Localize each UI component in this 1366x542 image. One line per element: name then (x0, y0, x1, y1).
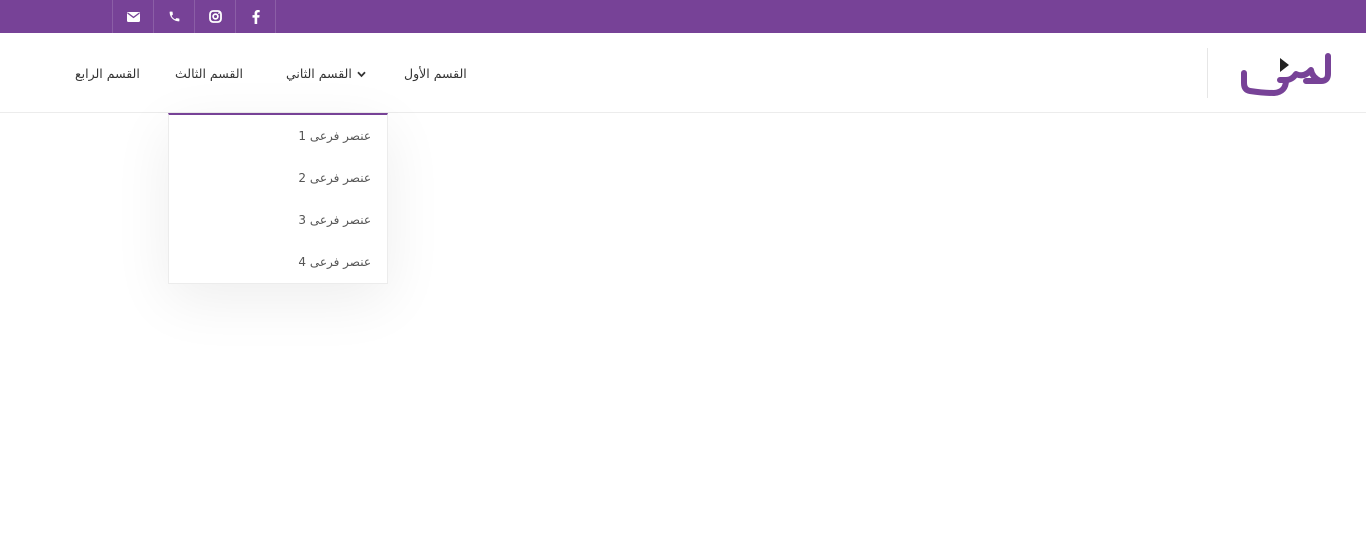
top-bar (0, 0, 1366, 33)
dropdown-menu: عنصر فرعى 1 عنصر فرعى 2 عنصر فرعى 3 عنصر… (168, 113, 388, 284)
instagram-link[interactable] (194, 0, 235, 33)
nav-item-section-3[interactable]: القسم الثالث (175, 33, 243, 113)
dropdown-item[interactable]: عنصر فرعى 3 (298, 210, 371, 230)
facebook-icon (252, 9, 260, 24)
dropdown-item[interactable]: عنصر فرعى 4 (298, 252, 371, 272)
chevron-down-icon (357, 66, 366, 81)
nav-item-section-4[interactable]: القسم الرابع (75, 33, 140, 113)
nav-item-section-1[interactable]: القسم الأول (404, 33, 467, 113)
logo-image (1241, 53, 1331, 97)
site-header: القسم الأول القسم الثاني القسم الثالث ال… (0, 33, 1366, 113)
facebook-link[interactable] (235, 0, 276, 33)
dropdown-item[interactable]: عنصر فرعى 1 (298, 126, 371, 146)
nav-item-label: القسم الثاني (286, 65, 352, 81)
nav-item-section-2[interactable]: القسم الثاني (286, 33, 366, 113)
instagram-icon (208, 10, 222, 23)
phone-icon (168, 10, 181, 23)
social-links (112, 0, 276, 33)
site-logo[interactable] (1240, 46, 1334, 98)
envelope-icon (126, 11, 140, 22)
dropdown-item[interactable]: عنصر فرعى 2 (298, 168, 371, 188)
nav-item-label: القسم الثالث (175, 65, 243, 81)
phone-link[interactable] (153, 0, 194, 33)
email-link[interactable] (112, 0, 153, 33)
nav-item-label: القسم الرابع (75, 65, 140, 81)
logo-divider (1207, 48, 1208, 98)
nav-item-label: القسم الأول (404, 65, 467, 81)
